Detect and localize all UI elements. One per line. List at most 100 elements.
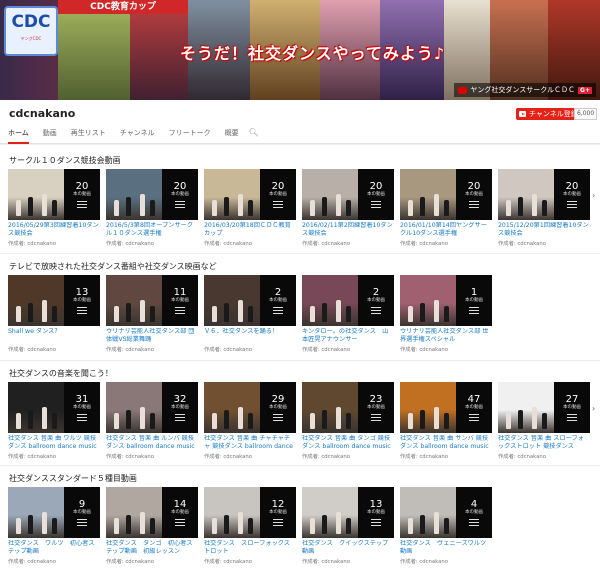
thumbnail-image bbox=[106, 169, 162, 220]
playlist-title-link[interactable]: 2016/02/11第2回練習着10ダンス競技会 bbox=[302, 222, 394, 238]
tab-playlists[interactable]: 再生リスト bbox=[71, 126, 106, 144]
dancer-figure bbox=[140, 300, 145, 322]
shelf-title[interactable]: サークル１０ダンス競技会動画 bbox=[9, 155, 121, 166]
playlist-thumbnail[interactable]: 9 本の動画 bbox=[8, 487, 100, 538]
playlist-icon bbox=[273, 519, 283, 526]
playlist-thumbnail[interactable]: 20 本の動画 bbox=[498, 169, 590, 220]
video-count: 2 bbox=[372, 287, 380, 298]
google-plus-icon[interactable]: G+ bbox=[578, 86, 592, 94]
tab-about[interactable]: 概要 bbox=[225, 126, 239, 144]
shelf-next-arrow-icon[interactable]: › bbox=[592, 191, 595, 200]
banner-channel-link[interactable]: ヤング社交ダンスサークルＣＤＣ G+ bbox=[454, 83, 596, 97]
playlist-title-link[interactable]: 社交ダンス 音楽 曲 ワルツ 競技ダンス ballroom dance musi… bbox=[8, 435, 100, 451]
playlist-count-overlay: 13 本の動画 bbox=[64, 275, 100, 326]
video-count-label: 本の動画 bbox=[367, 405, 385, 410]
playlist-title-link[interactable]: ウリナリ芸能人社交ダンス部 世界選手権スペシャル bbox=[400, 328, 492, 344]
playlist-thumbnail[interactable]: 4 本の動画 bbox=[400, 487, 492, 538]
playlist-thumbnail[interactable]: 13 本の動画 bbox=[8, 275, 100, 326]
subscribe-button[interactable]: チャンネル登録 bbox=[516, 108, 582, 120]
playlist-title-link[interactable]: 社交ダンス タンゴ 初心者ステップ動画 初級レッスン bbox=[106, 540, 198, 556]
playlist-icon bbox=[469, 201, 479, 208]
video-count: 14 bbox=[173, 499, 187, 510]
playlist-title-link[interactable]: 2016/03/20第18回ＣＤＣ教育カップ bbox=[204, 222, 296, 238]
video-count-label: 本の動画 bbox=[73, 405, 91, 410]
playlist-thumbnail[interactable]: 14 本の動画 bbox=[106, 487, 198, 538]
playlist-icon bbox=[469, 519, 479, 526]
playlist-count-overlay: 20 本の動画 bbox=[554, 169, 590, 220]
playlist-thumbnail[interactable]: 27 本の動画 bbox=[498, 382, 590, 433]
playlist-author: 作成者: cdcnakano bbox=[302, 454, 350, 460]
dancer-figure bbox=[150, 413, 155, 429]
playlist-title-link[interactable]: 社交ダンス 音楽 曲 チャチャチャ 競技ダンス ballroom dance bbox=[204, 435, 296, 451]
thumbnail-image bbox=[8, 487, 64, 538]
playlist-thumbnail[interactable]: 32 本の動画 bbox=[106, 382, 198, 433]
playlist-title-link[interactable]: 社交ダンス 音楽 曲 ルンバ 競技ダンス ballroom dance musi… bbox=[106, 435, 198, 451]
playlist-title-link[interactable]: 2016/5/3第8回オープンサークル１０ダンス選手権 bbox=[106, 222, 198, 238]
playlist-thumbnail[interactable]: 20 本の動画 bbox=[106, 169, 198, 220]
tab-home[interactable]: ホーム bbox=[8, 126, 29, 144]
playlist-thumbnail[interactable]: 29 本の動画 bbox=[204, 382, 296, 433]
dancer-figure bbox=[420, 197, 425, 216]
dancer-figure bbox=[126, 197, 131, 216]
playlist-count-overlay: 47 本の動画 bbox=[456, 382, 492, 433]
dancer-figure bbox=[42, 300, 47, 322]
dancer-figure bbox=[322, 515, 327, 534]
playlist-thumbnail[interactable]: 2 本の動画 bbox=[204, 275, 296, 326]
youtube-icon bbox=[458, 86, 468, 94]
shelf-next-arrow-icon[interactable]: › bbox=[592, 404, 595, 413]
dancer-figure bbox=[336, 300, 341, 322]
channel-name[interactable]: cdcnakano bbox=[9, 107, 75, 120]
dancer-figure bbox=[532, 407, 537, 429]
playlist-thumbnail[interactable]: 20 本の動画 bbox=[204, 169, 296, 220]
playlist-title-link[interactable]: Shall we ダンス？ bbox=[8, 328, 100, 344]
playlist-title-link[interactable]: 社交ダンス 音楽 曲 スローフォックストロット 競技ダンス bbox=[498, 435, 590, 451]
playlist-title-link[interactable]: 2016/01/10第14回ヤングサークル10ダンス選手権 bbox=[400, 222, 492, 238]
thumbnail-image bbox=[204, 169, 260, 220]
shelf-title[interactable]: 社交ダンスの音楽を聞こう！ bbox=[9, 368, 113, 379]
playlist-title-link[interactable]: 2015/12/20第1回練習着10ダンス競技会 bbox=[498, 222, 590, 238]
playlist-title-link[interactable]: 社交ダンス クイックステップ動画 bbox=[302, 540, 394, 556]
dancer-figure bbox=[126, 303, 131, 322]
thumbnail-image bbox=[400, 382, 456, 433]
playlist-title-link[interactable]: 社交ダンス 音楽 曲 タンゴ 競技ダンス ballroom dance musi… bbox=[302, 435, 394, 451]
playlist-thumbnail[interactable]: 1 本の動画 bbox=[400, 275, 492, 326]
search-icon[interactable]: 🔍︎ bbox=[249, 126, 259, 144]
playlist-thumbnail[interactable]: 2 本の動画 bbox=[302, 275, 394, 326]
playlist-title-link[interactable]: 社交ダンス 音楽 曲 サンバ 競技ダンス ballroom dance musi… bbox=[400, 435, 492, 451]
video-count-label: 本の動画 bbox=[367, 192, 385, 197]
dancer-figure bbox=[16, 306, 21, 322]
playlist-thumbnail[interactable]: 47 本の動画 bbox=[400, 382, 492, 433]
playlist-title-link[interactable]: ウリナリ芸能人社交ダンス部 団体戦VS総業舞踊 bbox=[106, 328, 198, 344]
playlist-icon bbox=[175, 307, 185, 314]
playlist-title-link[interactable]: 社交ダンス ワルツ 初心者ステップ動画 bbox=[8, 540, 100, 556]
playlist-thumbnail[interactable]: 23 本の動画 bbox=[302, 382, 394, 433]
video-count: 9 bbox=[78, 499, 86, 510]
tab-videos[interactable]: 動画 bbox=[43, 126, 57, 144]
playlist-title-link[interactable]: Ｖ６．社交ダンスを踊る！ bbox=[204, 328, 296, 344]
thumbnail-image bbox=[400, 169, 456, 220]
playlist-title-link[interactable]: 社交ダンス ヴェニーズワルツ動画 bbox=[400, 540, 492, 556]
shelf-title[interactable]: テレビで放映された社交ダンス番組や社交ダンス映画など bbox=[9, 261, 217, 272]
shelf-title[interactable]: 社交ダンススタンダード５種目動画 bbox=[9, 473, 137, 484]
channel-header: cdcnakano チャンネル登録 6,000 ホーム 動画 再生リスト チャン… bbox=[0, 100, 600, 144]
dancer-figure bbox=[16, 413, 21, 429]
thumbnail-image bbox=[400, 275, 456, 326]
tab-channels[interactable]: チャンネル bbox=[120, 126, 155, 144]
dancer-figure bbox=[140, 194, 145, 216]
dancer-figure bbox=[408, 518, 413, 534]
playlist-thumbnail[interactable]: 31 本の動画 bbox=[8, 382, 100, 433]
playlist-thumbnail[interactable]: 20 本の動画 bbox=[8, 169, 100, 220]
cdc-logo: CDC ヤングCDC bbox=[4, 6, 58, 56]
playlist-title-link[interactable]: 社交ダンス スローフォックストロット bbox=[204, 540, 296, 556]
tab-discussion[interactable]: フリートーク bbox=[169, 126, 211, 144]
playlist-thumbnail[interactable]: 20 本の動画 bbox=[400, 169, 492, 220]
playlist-icon bbox=[77, 201, 87, 208]
playlist-thumbnail[interactable]: 20 本の動画 bbox=[302, 169, 394, 220]
playlist-title-link[interactable]: キンタロー。の社交ダンス 山本匠晃アナウンサー bbox=[302, 328, 394, 344]
playlist-thumbnail[interactable]: 11 本の動画 bbox=[106, 275, 198, 326]
playlist-title-link[interactable]: 2016/05/29第3回練習着10ダンス競技会 bbox=[8, 222, 100, 238]
dancer-figure bbox=[42, 194, 47, 216]
playlist-author: 作成者: cdcnakano bbox=[400, 559, 448, 565]
playlist-thumbnail[interactable]: 12 本の動画 bbox=[204, 487, 296, 538]
playlist-thumbnail[interactable]: 13 本の動画 bbox=[302, 487, 394, 538]
